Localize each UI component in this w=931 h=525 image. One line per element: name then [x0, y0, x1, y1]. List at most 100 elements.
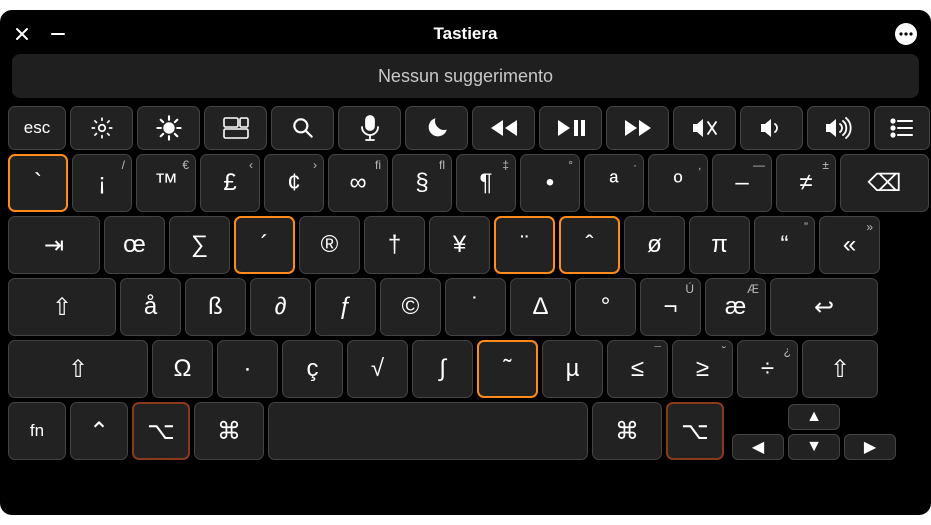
- mission-control-icon[interactable]: [204, 106, 267, 150]
- key[interactable]: ©: [380, 278, 441, 336]
- key[interactable]: π: [689, 216, 750, 274]
- key[interactable]: ≥˘: [672, 340, 733, 398]
- key[interactable]: µ: [542, 340, 603, 398]
- fn-key[interactable]: fn: [8, 402, 66, 460]
- titlebar: Tastiera: [8, 18, 923, 50]
- arrow-down-key[interactable]: ▼: [788, 434, 840, 460]
- key-main: –: [735, 169, 748, 197]
- key[interactable]: `: [8, 154, 68, 212]
- minimize-icon[interactable]: [50, 26, 66, 42]
- brightness-up-icon[interactable]: [137, 106, 200, 150]
- key-main: †: [388, 231, 401, 259]
- key[interactable]: æÆ: [705, 278, 766, 336]
- key-secondary: Æ: [747, 282, 759, 296]
- close-icon[interactable]: [14, 26, 30, 42]
- do-not-disturb-icon[interactable]: [405, 106, 468, 150]
- key-main: ⇧: [68, 355, 88, 384]
- key[interactable]: ⇧: [802, 340, 878, 398]
- play-pause-icon[interactable]: [539, 106, 602, 150]
- key[interactable]: ¢›: [264, 154, 324, 212]
- key[interactable]: ™€: [136, 154, 196, 212]
- key-secondary: Ú: [685, 282, 694, 296]
- control-key[interactable]: ⌃: [70, 402, 128, 460]
- key[interactable]: °: [575, 278, 636, 336]
- volume-up-icon[interactable]: [807, 106, 870, 150]
- key[interactable]: •°: [520, 154, 580, 212]
- key[interactable]: ¡/: [72, 154, 132, 212]
- command-right-key[interactable]: ⌘: [592, 402, 662, 460]
- key[interactable]: §fl: [392, 154, 452, 212]
- key[interactable]: †: [364, 216, 425, 274]
- key[interactable]: ˙: [445, 278, 506, 336]
- esc-key[interactable]: esc: [8, 106, 66, 150]
- key[interactable]: ´: [234, 216, 295, 274]
- key-main: ∙: [244, 355, 251, 383]
- arrow-right-key[interactable]: ▶: [844, 434, 896, 460]
- key-main: ¢: [287, 169, 300, 197]
- key[interactable]: ⇥: [8, 216, 100, 274]
- key[interactable]: ∫: [412, 340, 473, 398]
- key[interactable]: ª·: [584, 154, 644, 212]
- key[interactable]: ƒ: [315, 278, 376, 336]
- key-secondary: ˘: [722, 344, 726, 358]
- option-left-key[interactable]: ⌥: [132, 402, 190, 460]
- arrow-left-key[interactable]: ◀: [732, 434, 784, 460]
- key-main: ç: [307, 355, 319, 383]
- key[interactable]: ¥: [429, 216, 490, 274]
- arrow-up-key[interactable]: ▲: [788, 404, 840, 430]
- key[interactable]: ↩: [770, 278, 878, 336]
- key-main: ∑: [191, 231, 208, 259]
- key[interactable]: ÷¿: [737, 340, 798, 398]
- key[interactable]: ß: [185, 278, 246, 336]
- key[interactable]: “”: [754, 216, 815, 274]
- spacebar[interactable]: [268, 402, 588, 460]
- key[interactable]: œ: [104, 216, 165, 274]
- key-main: ™: [154, 169, 178, 197]
- key[interactable]: Ω: [152, 340, 213, 398]
- key[interactable]: Δ: [510, 278, 571, 336]
- volume-down-icon[interactable]: [740, 106, 803, 150]
- list-icon[interactable]: [874, 106, 930, 150]
- key-secondary: ¯: [654, 344, 661, 358]
- key[interactable]: «»: [819, 216, 880, 274]
- key[interactable]: ˆ: [559, 216, 620, 274]
- key[interactable]: ≤¯: [607, 340, 668, 398]
- key-main: ¥: [453, 231, 466, 259]
- key-secondary: €: [182, 158, 189, 172]
- key-main: ¨: [521, 231, 529, 259]
- key[interactable]: £‹: [200, 154, 260, 212]
- key[interactable]: ¶‡: [456, 154, 516, 212]
- key[interactable]: å: [120, 278, 181, 336]
- key[interactable]: ¬Ú: [640, 278, 701, 336]
- key[interactable]: ⌫: [840, 154, 929, 212]
- key[interactable]: ®: [299, 216, 360, 274]
- key-secondary: ‡: [502, 158, 509, 172]
- command-left-key[interactable]: ⌘: [194, 402, 264, 460]
- key[interactable]: ç: [282, 340, 343, 398]
- key[interactable]: ˜: [477, 340, 538, 398]
- key-main: §: [415, 169, 428, 197]
- keyboard-viewer-window: Tastiera Nessun suggerimento esc: [0, 10, 931, 515]
- mute-icon[interactable]: [673, 106, 736, 150]
- search-icon[interactable]: [271, 106, 334, 150]
- option-right-key[interactable]: ⌥: [666, 402, 724, 460]
- dictation-icon[interactable]: [338, 106, 401, 150]
- key[interactable]: ∞fi: [328, 154, 388, 212]
- rewind-icon[interactable]: [472, 106, 535, 150]
- brightness-down-icon[interactable]: [70, 106, 133, 150]
- key[interactable]: º‚: [648, 154, 708, 212]
- key[interactable]: ø: [624, 216, 685, 274]
- key[interactable]: ∂: [250, 278, 311, 336]
- key[interactable]: ⇧: [8, 278, 116, 336]
- key-main: ≠: [799, 169, 812, 197]
- key[interactable]: ≠±: [776, 154, 836, 212]
- key[interactable]: ∙: [217, 340, 278, 398]
- key[interactable]: ¨: [494, 216, 555, 274]
- key[interactable]: ∑: [169, 216, 230, 274]
- key[interactable]: –—: [712, 154, 772, 212]
- more-icon[interactable]: [895, 23, 917, 45]
- key[interactable]: ⇧: [8, 340, 148, 398]
- fast-forward-icon[interactable]: [606, 106, 669, 150]
- key[interactable]: √: [347, 340, 408, 398]
- key-secondary: ±: [822, 158, 829, 172]
